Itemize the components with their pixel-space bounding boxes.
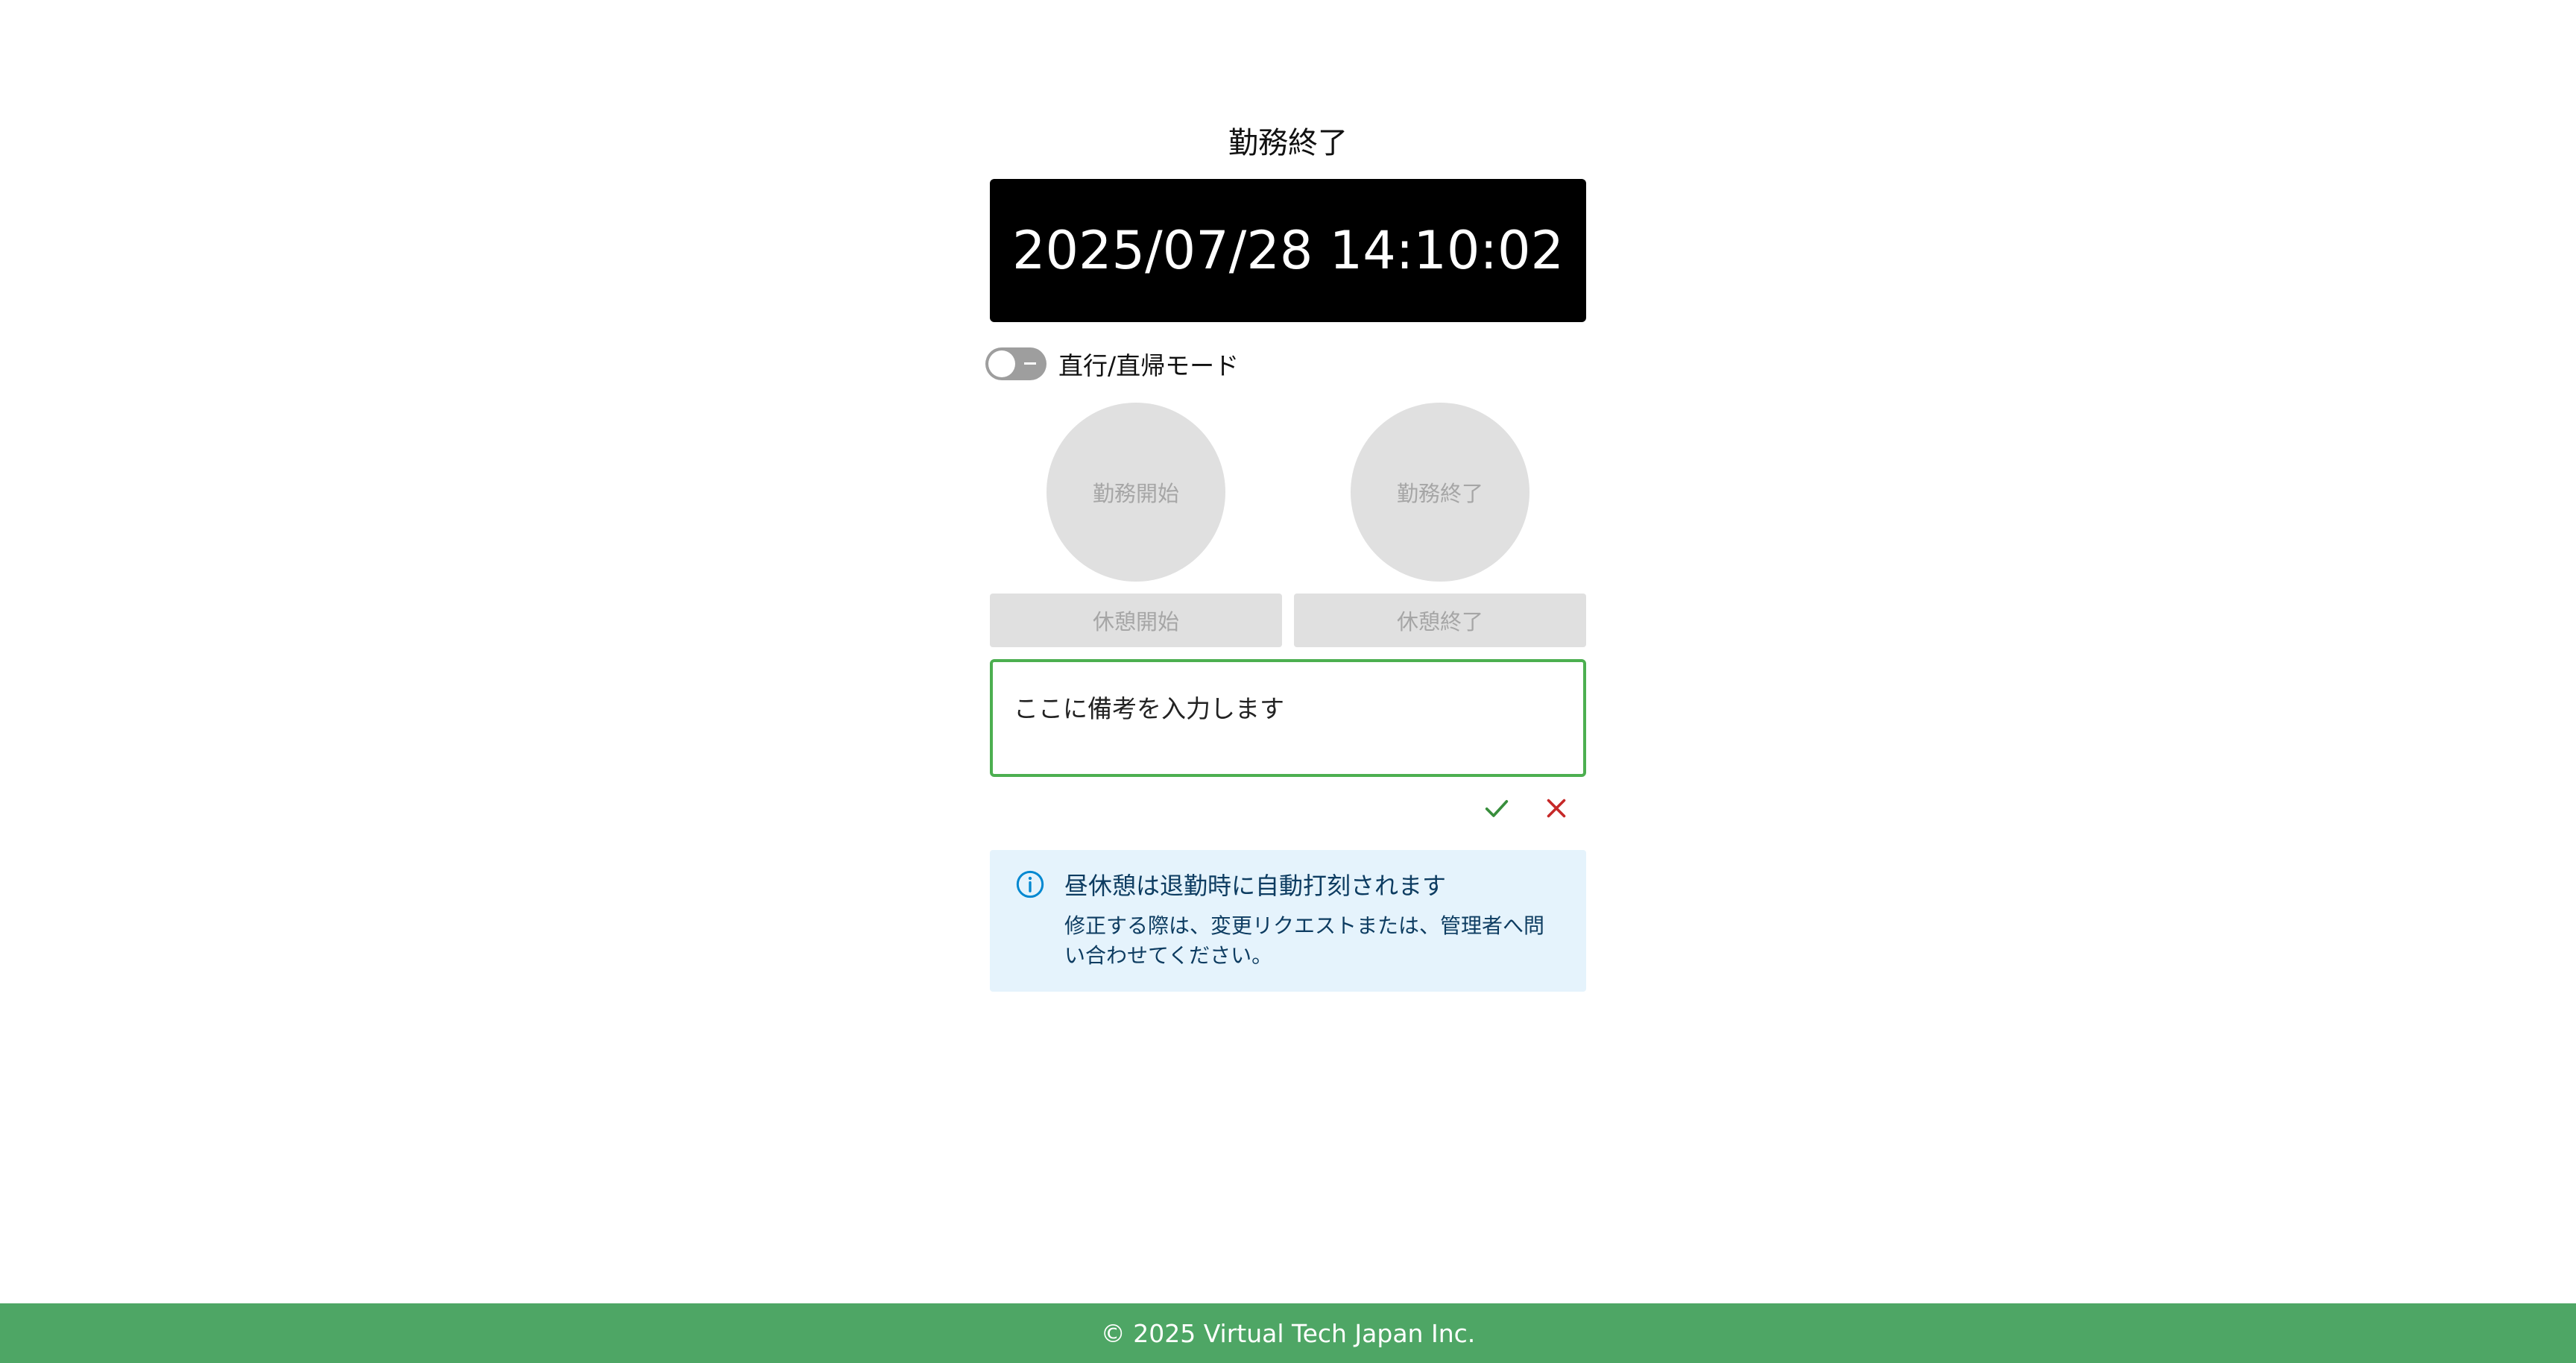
cancel-note-button[interactable]: [1537, 789, 1576, 828]
footer: © 2025 Virtual Tech Japan Inc.: [0, 1303, 2576, 1363]
confirm-note-button[interactable]: [1477, 789, 1516, 828]
note-input[interactable]: ここに備考を入力します: [990, 659, 1586, 777]
break-start-button[interactable]: 休憩開始: [990, 594, 1282, 647]
mode-toggle-switch[interactable]: [985, 347, 1046, 380]
check-icon: [1485, 800, 1509, 817]
footer-copyright: © 2025 Virtual Tech Japan Inc.: [1100, 1318, 1476, 1348]
clock-out-button[interactable]: 勤務終了: [1351, 403, 1530, 582]
toggle-knob: [988, 350, 1015, 377]
close-icon: [1547, 799, 1566, 818]
clock-datetime: 2025/07/28 14:10:02: [1011, 220, 1565, 281]
toggle-off-mark: [1024, 362, 1036, 365]
mode-toggle-label: 直行/直帰モード: [1058, 351, 1240, 380]
clock-display: 2025/07/28 14:10:02: [990, 179, 1586, 322]
mode-toggle-row: 直行/直帰モード: [985, 344, 1239, 383]
break-end-button[interactable]: 休憩終了: [1294, 594, 1586, 647]
info-body: 修正する際は、変更リクエストまたは、管理者へ問い合わせてください。: [1064, 913, 1545, 968]
page: 勤務終了 2025/07/28 14:10:02 直行/直帰モード 勤務開始 勤…: [0, 0, 2576, 1363]
info-icon: [1016, 870, 1044, 898]
info-alert: 昼休憩は退勤時に自動打刻されます 修正する際は、変更リクエストまたは、管理者へ問…: [990, 850, 1586, 992]
clock-in-button[interactable]: 勤務開始: [1046, 403, 1225, 582]
info-title: 昼休憩は退勤時に自動打刻されます: [1064, 872, 1447, 900]
page-title: 勤務終了: [1228, 126, 1348, 160]
